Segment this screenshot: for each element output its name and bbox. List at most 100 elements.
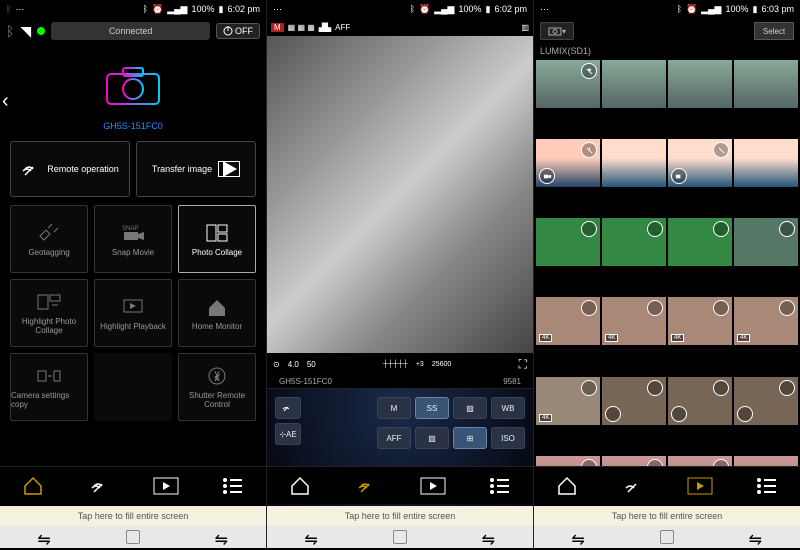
thumbnail[interactable]: 4K (668, 297, 732, 345)
iso-button[interactable]: ISO (491, 427, 525, 449)
sys-home[interactable] (660, 530, 674, 544)
nav-home[interactable] (19, 472, 47, 500)
more-icon: ⋯ (540, 4, 549, 15)
battery-icon: ▮ (219, 4, 224, 15)
thumbnail[interactable]: 4K (734, 297, 798, 345)
ss-button[interactable]: SS (415, 397, 449, 419)
nav-menu[interactable] (219, 472, 247, 500)
sys-back[interactable]: ⇋ (215, 530, 229, 544)
satellite-icon (36, 222, 62, 244)
thumbnail[interactable] (734, 218, 798, 266)
thumbnail[interactable] (734, 60, 798, 108)
sys-recent[interactable]: ⇋ (304, 530, 318, 544)
ev-value: +3 (416, 361, 424, 368)
touch-shutter-button[interactable] (275, 397, 301, 419)
4k-badge: 4K (737, 334, 750, 342)
tap-banner[interactable]: Tap here to fill entire screen (267, 506, 533, 526)
sys-home[interactable] (393, 530, 407, 544)
power-icon (223, 26, 233, 36)
nav-menu[interactable] (753, 472, 781, 500)
tile-label: Geotagging (28, 248, 69, 257)
thumbnail[interactable] (536, 139, 600, 187)
thumbnail[interactable] (602, 377, 666, 425)
afarea-button[interactable]: ⊞ (453, 427, 487, 449)
signal-icon: ▂▄▆ (701, 4, 721, 15)
source-label: LUMIX(SD1) (534, 44, 800, 58)
select-button[interactable]: Select (754, 22, 794, 40)
aff-button[interactable]: AFF (377, 427, 411, 449)
playback-icon (120, 296, 146, 318)
signal-icon: ▂▄▆ (167, 4, 187, 15)
sys-home[interactable] (126, 530, 140, 544)
thumbnail[interactable] (668, 60, 732, 108)
mode-m-button[interactable]: M (377, 397, 411, 419)
thumbnail[interactable]: 4K (536, 297, 600, 345)
sys-recent[interactable]: ⇋ (571, 530, 585, 544)
thumbnail[interactable] (536, 60, 600, 108)
sys-back[interactable]: ⇋ (482, 530, 496, 544)
nav-remote[interactable] (86, 472, 114, 500)
nav-remote[interactable] (620, 472, 648, 500)
touch-ae-button[interactable]: ⊹AE (275, 423, 301, 445)
4k-badge: 4K (671, 334, 684, 342)
back-button[interactable]: ‹ (2, 90, 9, 113)
metering-icon: ⊙ (273, 360, 280, 369)
transfer-image-button[interactable]: Transfer image (136, 141, 256, 197)
thumbnail[interactable] (734, 377, 798, 425)
nav-playback[interactable] (152, 472, 180, 500)
tile-geotagging[interactable]: Geotagging (10, 205, 88, 273)
tile-shutter-remote[interactable]: Shutter Remote Control (178, 353, 256, 421)
video-icon (671, 406, 687, 422)
ev-button[interactable]: ▨ (453, 397, 487, 419)
remote-icon (21, 159, 41, 179)
tile-highlight-playback[interactable]: Highlight Playback (94, 279, 172, 347)
tap-banner[interactable]: Tap here to fill entire screen (0, 506, 266, 526)
bluetooth-icon: ᛒ (410, 4, 415, 14)
nav-remote[interactable] (353, 472, 381, 500)
thumbnail[interactable] (668, 377, 732, 425)
thumbnail[interactable] (668, 218, 732, 266)
power-button[interactable]: OFF (216, 23, 260, 39)
feature-grid: Geotagging SNAP Snap Movie Photo Collage… (0, 205, 266, 421)
nav-home[interactable] (286, 472, 314, 500)
alarm-icon: ⏰ (419, 4, 430, 15)
thumbnail[interactable] (536, 218, 600, 266)
nav-playback[interactable] (419, 472, 447, 500)
tile-label: Home Monitor (192, 322, 242, 331)
no-transfer-icon (581, 300, 597, 316)
tile-camera-settings-copy[interactable]: Camera settings copy (10, 353, 88, 421)
thumbnail[interactable]: 4K (602, 297, 666, 345)
sys-recent[interactable]: ⇋ (37, 530, 51, 544)
thumbnail[interactable] (602, 218, 666, 266)
thumbnail[interactable] (602, 60, 666, 108)
thumbnail[interactable] (602, 139, 666, 187)
filter-button[interactable]: ▾ (540, 22, 574, 40)
nav-home[interactable] (553, 472, 581, 500)
live-preview[interactable] (267, 36, 533, 353)
thumbnail[interactable]: 4K (536, 377, 600, 425)
mode-badge: M (271, 23, 284, 32)
tile-photo-collage[interactable]: Photo Collage (178, 205, 256, 273)
video-icon (539, 168, 555, 184)
nav-menu[interactable] (486, 472, 514, 500)
thumbnail[interactable] (734, 139, 798, 187)
expand-icon[interactable]: ⛶ (519, 357, 527, 372)
ev2-button[interactable]: ▨ (415, 427, 449, 449)
nav-playback[interactable] (686, 472, 714, 500)
nav-bar (0, 466, 266, 504)
sys-back[interactable]: ⇋ (749, 530, 763, 544)
tile-snap-movie[interactable]: SNAP Snap Movie (94, 205, 172, 273)
wb-button[interactable]: WB (491, 397, 525, 419)
nav-bar (534, 466, 800, 504)
battery-pct: 100% (191, 4, 214, 14)
highlight-collage-icon (36, 291, 62, 313)
tile-home-monitor[interactable]: Home Monitor (178, 279, 256, 347)
tile-highlight-collage[interactable]: Highlight Photo Collage (10, 279, 88, 347)
no-transfer-icon (779, 380, 795, 396)
bluetooth-icon: ᛒ (677, 4, 682, 14)
thumbnail[interactable] (668, 139, 732, 187)
no-transfer-icon (713, 142, 729, 158)
tap-banner[interactable]: Tap here to fill entire screen (534, 506, 800, 526)
remote-operation-button[interactable]: Remote operation (10, 141, 130, 197)
connection-status[interactable]: Connected (51, 22, 210, 40)
